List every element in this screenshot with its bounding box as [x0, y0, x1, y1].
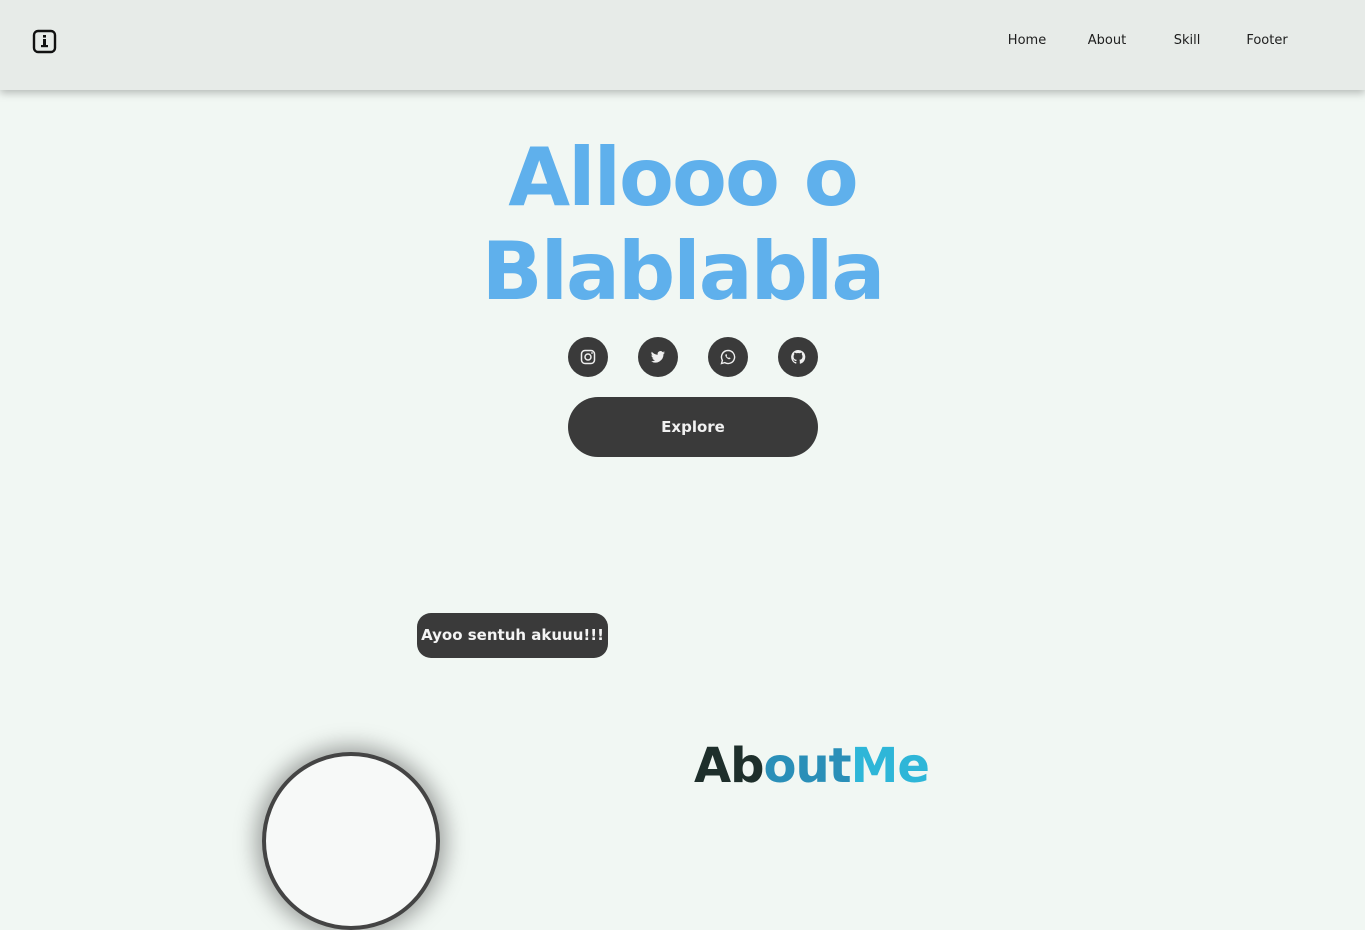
github-icon	[791, 349, 806, 364]
avatar	[262, 752, 440, 930]
hero-title-line-2: Blablabla	[481, 225, 886, 318]
twitter-icon	[650, 351, 665, 363]
hero-title-line-1: Allooo o	[508, 131, 858, 224]
whatsapp-button[interactable]	[708, 337, 748, 377]
instagram-icon	[580, 349, 596, 365]
github-button[interactable]	[778, 337, 818, 377]
explore-button[interactable]: Explore	[568, 397, 818, 457]
nav-link-skill[interactable]: Skill	[1162, 33, 1212, 48]
instagram-button[interactable]	[568, 337, 608, 377]
navbar: Home About Skill Footer	[0, 0, 1365, 90]
nav-link-home[interactable]: Home	[1000, 33, 1054, 48]
nav-link-about[interactable]: About	[1080, 33, 1134, 48]
about-title-part-3: Me	[850, 738, 930, 794]
whatsapp-icon	[720, 349, 736, 365]
twitter-button[interactable]	[638, 337, 678, 377]
touch-me-badge[interactable]: Ayoo sentuh akuuu!!!	[417, 613, 608, 658]
nav-link-footer[interactable]: Footer	[1240, 33, 1294, 48]
about-title-part-1: Ab	[694, 738, 765, 794]
info-square-icon[interactable]	[32, 29, 57, 54]
about-title-part-2: out	[763, 738, 852, 794]
about-title: AboutMe	[694, 742, 930, 790]
